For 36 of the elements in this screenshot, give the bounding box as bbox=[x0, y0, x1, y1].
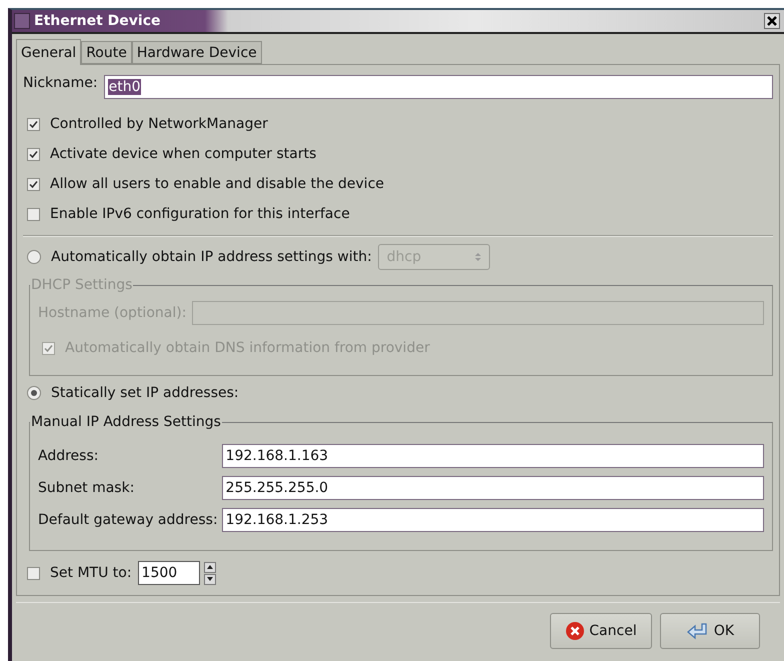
checkbox[interactable] bbox=[27, 118, 40, 130]
mtu-field[interactable]: 1500 bbox=[138, 561, 200, 585]
checkbox-label: Enable IPv6 configuration for this interface bbox=[50, 206, 350, 222]
spin-up-button[interactable] bbox=[204, 562, 216, 572]
window-title: Ethernet Device bbox=[34, 13, 162, 29]
ok-button[interactable]: OK bbox=[660, 613, 760, 649]
checkbox-label: Controlled by NetworkManager bbox=[50, 116, 268, 132]
radio-button[interactable] bbox=[27, 386, 41, 400]
ip-field[interactable]: 192.168.1.163 bbox=[222, 444, 764, 468]
radio-label: Statically set IP addresses: bbox=[51, 385, 239, 401]
close-button[interactable] bbox=[764, 13, 780, 29]
field-label: Subnet mask: bbox=[38, 480, 136, 496]
checkbox-label: Activate device when computer starts bbox=[50, 146, 316, 162]
tab[interactable]: General bbox=[16, 39, 82, 65]
checkbox[interactable] bbox=[27, 178, 40, 190]
checkbox[interactable] bbox=[27, 208, 40, 220]
field-label: Default gateway address: bbox=[38, 512, 218, 528]
checkbox[interactable] bbox=[27, 148, 40, 160]
checkbox-label: Set MTU to: bbox=[50, 565, 132, 581]
checkbox-label: Allow all users to enable and disable the device bbox=[50, 176, 384, 192]
ip-field[interactable]: 192.168.1.253 bbox=[222, 508, 764, 532]
ip-field[interactable]: 255.255.255.0 bbox=[222, 476, 764, 500]
cancel-button[interactable]: Cancel bbox=[550, 613, 652, 649]
tab[interactable]: Route bbox=[81, 41, 132, 64]
field-label: Address: bbox=[38, 448, 100, 464]
up-arrow-icon bbox=[206, 565, 213, 569]
cancel-icon bbox=[565, 621, 586, 641]
field-label: Nickname: bbox=[23, 75, 98, 91]
checkbox[interactable] bbox=[27, 566, 40, 580]
updown-icon bbox=[474, 252, 481, 262]
nickname-field[interactable]: eth0 bbox=[104, 75, 773, 99]
down-arrow-icon bbox=[206, 577, 213, 581]
spin-down-button[interactable] bbox=[204, 574, 216, 584]
tab[interactable]: Hardware Device bbox=[132, 41, 262, 64]
radio-label: Automatically obtain IP address settings with: bbox=[51, 249, 372, 265]
group-title: Manual IP Address Settings bbox=[30, 414, 222, 430]
